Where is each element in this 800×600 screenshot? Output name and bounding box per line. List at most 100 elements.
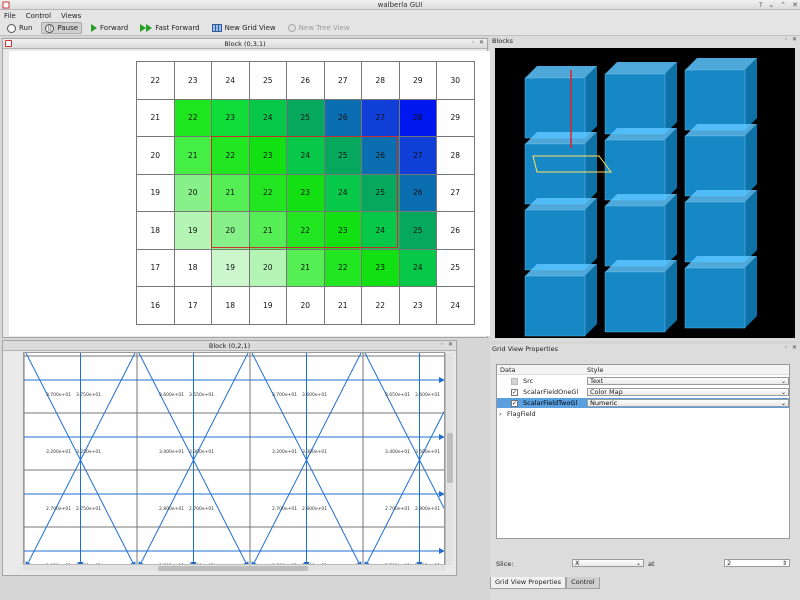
slice-value-spinbox[interactable]: 2 ⇕	[724, 559, 790, 567]
cube-top-face	[525, 66, 597, 78]
vector-value-label: 2.800e+01	[159, 506, 184, 512]
vector-value-label: 3.600e+01	[415, 392, 440, 398]
cube-side-face	[665, 194, 677, 266]
tree-row-src[interactable]: Src Text ⌄	[497, 376, 789, 386]
vector-value-label: 3.600e+01	[302, 392, 327, 398]
play-icon	[91, 24, 98, 32]
forward-button[interactable]: Forward	[88, 22, 131, 34]
tab-control[interactable]: Control	[566, 577, 600, 589]
close-icon[interactable]: ✕	[792, 1, 798, 9]
menu-file[interactable]: File	[4, 12, 16, 20]
pause-button[interactable]: || Pause	[41, 22, 83, 34]
block-031-title: Block (0,3,1)	[224, 39, 266, 48]
vector-value-label: 2.700e+01	[46, 506, 71, 512]
grid-cell: 19	[137, 174, 175, 212]
cube-side-face	[745, 190, 757, 262]
scroll-thumb[interactable]	[447, 433, 453, 483]
grid-cell: 23	[287, 174, 325, 212]
blocks-3d-view[interactable]	[495, 48, 795, 338]
tree-row-scalarfieldone[interactable]: ✓ ScalarFieldOneGl Color Map ⌄	[497, 387, 789, 397]
scroll-thumb[interactable]	[158, 566, 308, 571]
menu-views[interactable]: Views	[61, 12, 81, 20]
help-icon[interactable]: ?	[759, 1, 763, 9]
window-title: walberla GUI	[377, 1, 423, 9]
scalarfieldtwo-style-select[interactable]: Numeric ⌄	[587, 399, 789, 407]
grid-cell: 20	[174, 174, 212, 212]
grid-cell: 18	[212, 287, 250, 325]
minimize-icon[interactable]: ⌄	[768, 1, 774, 9]
grid-cell: 25	[287, 99, 325, 137]
cube-front-face	[604, 271, 666, 333]
float-icon[interactable]: ◦	[471, 39, 475, 46]
float-icon[interactable]: ◦	[784, 36, 788, 43]
block-031-canvas[interactable]: 22 23 24 25 26 27 28 29 30 21 22 23 24 25 26 27 28 29 20 21…	[9, 51, 490, 336]
vertical-scrollbar[interactable]	[445, 353, 453, 565]
grid-cell: 30	[437, 62, 475, 100]
col-data: Data	[500, 365, 516, 374]
cube-front-face	[524, 143, 586, 205]
grid-view-properties-panel: Grid View Properties ◦ ✕ Data Style Src T…	[490, 344, 800, 600]
vector-value-label: 3.600e+01	[159, 392, 184, 398]
tab-grid-view-properties[interactable]: Grid View Properties	[490, 577, 567, 589]
float-icon[interactable]: ◦	[440, 341, 444, 348]
blocks-panel: Blocks ◦ ✕	[490, 36, 800, 341]
grid-cell: 20	[137, 137, 175, 175]
grid-cell: 20	[212, 212, 250, 250]
at-label: at	[648, 560, 655, 568]
property-tree: Data Style Src Text ⌄ ✓ ScalarFieldOneGl …	[496, 364, 790, 539]
dock-tabs: Grid View Properties Control	[490, 577, 600, 589]
grid-cell: 18	[174, 249, 212, 287]
run-icon	[7, 23, 16, 33]
float-icon[interactable]: ◦	[784, 344, 788, 351]
new-grid-view-label: New Grid View	[224, 24, 276, 32]
scalarfieldtwo-checkbox[interactable]: ✓	[511, 399, 518, 407]
grid-cell: 19	[212, 249, 250, 287]
close-icon[interactable]: ✕	[479, 39, 484, 46]
grid-cell: 19	[249, 287, 287, 325]
menu-control[interactable]: Control	[26, 12, 51, 20]
block-031-panel: Block (0,3,1) ◦ ✕ 22 23 24 25 26 27 28 29 30 21 22 2…	[2, 38, 490, 338]
scalarfieldone-checkbox[interactable]: ✓	[511, 388, 518, 396]
horizontal-scrollbar[interactable]	[23, 564, 445, 571]
vector-value-label: 2.700e+01	[272, 506, 297, 512]
src-style-select[interactable]: Text ⌄	[587, 377, 789, 385]
src-checkbox[interactable]	[511, 377, 518, 385]
vector-value-label: 2.900e+01	[415, 506, 440, 512]
tree-row-flagfield[interactable]: › FlagField	[497, 409, 789, 419]
grid-cell: 24	[212, 62, 250, 100]
grid-cell: 29	[437, 99, 475, 137]
scalar-grid: 22 23 24 25 26 27 28 29 30 21 22 23 24 25 26 27 28 29 20 21…	[136, 61, 475, 325]
close-icon[interactable]: ✕	[792, 344, 797, 351]
block-021-panel: Block (0,2,1) ◦ ✕ 3.700e+01 3.750e+01 3.600…	[2, 340, 457, 576]
block-021-canvas[interactable]: 3.700e+01 3.750e+01 3.600e+01 3.550e+01 3.70…	[23, 352, 445, 566]
scalarfieldone-style-select[interactable]: Color Map ⌄	[587, 388, 789, 396]
cube-top-face	[525, 132, 597, 144]
fast-forward-button[interactable]: Fast Forward	[137, 22, 202, 34]
close-icon[interactable]: ✕	[448, 341, 453, 348]
maximize-icon[interactable]: ⌃	[780, 1, 786, 9]
close-icon[interactable]: ✕	[792, 36, 797, 43]
block-021-header: Block (0,2,1) ◦ ✕	[3, 341, 456, 351]
grid-cell: 26	[287, 62, 325, 100]
grid-cell: 25	[437, 249, 475, 287]
grid-cell: 27	[324, 62, 362, 100]
tree-row-scalarfieldtwo[interactable]: ✓ ScalarFieldTwoGl Numeric ⌄	[497, 398, 789, 408]
col-style: Style	[587, 365, 604, 374]
grid-cell: 21	[212, 174, 250, 212]
grid-cell: 21	[174, 137, 212, 175]
vector-value-label: 2.700e+01	[189, 506, 214, 512]
new-tree-view-button[interactable]: New Tree View	[285, 22, 353, 34]
grid-cell: 23	[362, 249, 400, 287]
slice-axis-select[interactable]: X ⌄	[572, 559, 644, 567]
grid-cell: 22	[137, 62, 175, 100]
grid-cell: 24	[437, 287, 475, 325]
new-grid-view-button[interactable]: New Grid View	[209, 22, 279, 34]
scalarfieldtwo-label: ScalarFieldTwoGl	[523, 399, 578, 407]
run-button[interactable]: Run	[4, 22, 35, 34]
grid-cell: 26	[399, 174, 437, 212]
expand-chevron-icon[interactable]: ›	[497, 410, 503, 418]
scalarfieldone-label: ScalarFieldOneGl	[523, 388, 579, 396]
forward-label: Forward	[100, 24, 129, 32]
blocks-title: Blocks	[492, 37, 513, 45]
cube-front-face	[684, 201, 746, 263]
